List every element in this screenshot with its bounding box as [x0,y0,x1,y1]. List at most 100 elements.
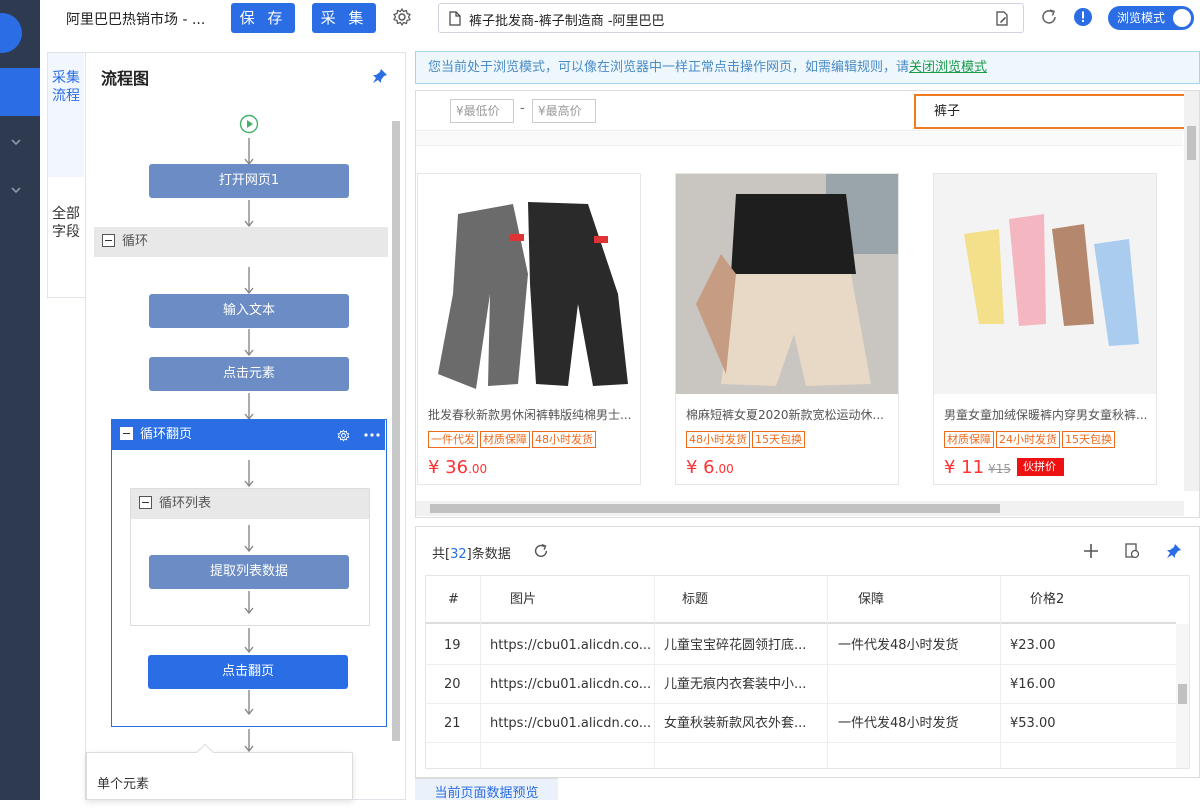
flow-scrollbar[interactable] [392,121,400,741]
price-separator: - [520,101,525,116]
cell-title: 儿童宝宝碎花圆领打底... [664,638,807,653]
table-scrollbar[interactable] [1176,624,1189,768]
price-min-input[interactable]: ¥最低价 [450,99,514,123]
pin-icon[interactable] [372,68,388,84]
cell-price: ¥23.00 [1010,638,1056,653]
toggle-knob [1173,9,1191,27]
cell-image: https://cbu01.alicdn.co... [490,677,650,692]
collapse-icon[interactable] [102,234,115,247]
table-header: # 图片 标题 保障 价格2 [426,576,1176,624]
price-max-input[interactable]: ¥最高价 [532,99,596,123]
app-logo[interactable] [0,13,22,53]
product-card[interactable]: 批发春秋新款男休闲裤韩版纯棉男士... 一件代发 材质保障 48小时发货 ¥ 36.… [417,173,641,485]
collapse-icon[interactable] [120,427,133,440]
product-tags: 材质保障 24小时发货 15天包换 [944,431,1117,448]
element-type-popup: 单个元素 [86,743,353,800]
cell-guarantee: 一件代发48小时发货 [838,716,959,731]
loop-list-label: 循环列表 [159,496,212,511]
loop-paging-group: 循环翻页 循环列表 提取列表数据 点击翻页 [111,419,387,727]
add-icon[interactable] [1083,543,1099,559]
product-tag: 48小时发货 [532,431,596,448]
tab-workflow[interactable]: 采集流程 [48,53,84,177]
clear-data-icon[interactable] [1124,543,1140,559]
cell-image: https://cbu01.alicdn.co... [490,638,650,653]
node-open-page[interactable]: 打开网页1 [149,164,349,198]
side-tabs: 采集流程 全部字段 [47,52,85,298]
more-icon[interactable] [364,433,380,437]
node-click-paging[interactable]: 点击翻页 [148,655,348,689]
table-row[interactable]: 19 https://cbu01.alicdn.co... 儿童宝宝碎花圆领打底… [426,626,1176,665]
page-icon [449,11,461,26]
product-tags: 48小时发货 15天包换 [686,431,807,448]
refresh-icon[interactable] [1039,7,1059,27]
product-tag: 材质保障 [480,431,530,448]
top-toolbar: 阿里巴巴热销市场 - ... 保 存 采 集 裤子批发商-裤子制造商 -阿里巴巴… [40,0,1200,36]
collapse-icon[interactable] [139,496,152,509]
web-view: ¥最低价 - ¥最高价 裤子 批发春秋新款男休闲裤韩版纯棉男士... 一件代发材… [415,90,1200,518]
column-header: 标题 [682,592,709,607]
node-input-text[interactable]: 输入文本 [149,294,349,328]
app-sidebar [0,0,40,800]
scroll-thumb[interactable] [1178,684,1187,704]
flow-arrow [244,200,254,228]
close-browse-mode-link[interactable]: 关闭浏览模式 [909,60,987,75]
node-loop[interactable]: 循环 [94,227,388,257]
flow-arrow [244,690,254,716]
flow-arrow [244,628,254,654]
refresh-icon[interactable] [532,542,550,560]
loop-list-group: 循环列表 提取列表数据 [130,488,370,626]
single-element-option[interactable]: 单个元素 [97,773,149,792]
url-bar[interactable]: 裤子批发商-裤子制造商 -阿里巴巴 [438,3,1024,33]
product-price: ¥ 11 ¥15 伙拼价 [944,457,1064,478]
tab-all-fields[interactable]: 全部字段 [48,177,84,297]
notice-text: 您当前处于浏览模式，可以像在浏览器中一样正常点击操作网页，如需编辑规则，请 [428,60,910,75]
flow-arrow [244,591,254,615]
search-input[interactable]: 裤子 [914,94,1184,129]
price-int: ¥ 11 [944,457,985,478]
collect-button[interactable]: 采 集 [312,3,376,33]
group-buy-badge: 伙拼价 [1016,458,1064,476]
column-header: # [448,592,459,607]
product-title[interactable]: 棉麻短裤女夏2020新款宽松运动休... [686,406,884,423]
edit-page-icon[interactable] [995,11,1010,26]
horizontal-scrollbar[interactable] [416,501,1184,516]
price-int: ¥ 36 [428,457,469,478]
product-tag: 24小时发货 [996,431,1060,448]
table-row[interactable]: 20 https://cbu01.alicdn.co... 儿童无痕内衣套装中小… [426,665,1176,704]
filter-bar: ¥最低价 - ¥最高价 裤子 [416,91,1199,131]
flow-arrow [244,138,254,166]
chevron-down-icon[interactable] [9,135,23,149]
browse-mode-toggle[interactable]: 浏览模式 [1108,6,1194,30]
node-loop-list[interactable]: 循环列表 [131,489,369,519]
product-title[interactable]: 男童女童加绒保暖裤内穿男女童秋裤... [944,406,1147,423]
product-tag: 15天包换 [752,431,805,448]
scroll-thumb[interactable] [1187,126,1196,160]
gear-icon[interactable] [337,429,350,442]
tab-current-page-preview[interactable]: 当前页面数据预览 [415,778,558,801]
cell-price: ¥16.00 [1010,677,1056,692]
info-icon[interactable] [1073,7,1093,27]
product-tag: 15天包换 [1062,431,1115,448]
chevron-down-icon[interactable] [9,183,23,197]
vertical-scrollbar[interactable] [1184,91,1199,491]
sort-bar [416,132,1182,146]
product-image-kids-pants[interactable] [934,174,1156,394]
product-card[interactable]: 棉麻短裤女夏2020新款宽松运动休... 48小时发货 15天包换 ¥ 6.00 [675,173,899,485]
node-click-element[interactable]: 点击元素 [149,357,349,391]
save-button[interactable]: 保 存 [231,3,295,33]
product-title[interactable]: 批发春秋新款男休闲裤韩版纯棉男士... [428,406,631,423]
product-image-shorts[interactable] [676,174,898,394]
cell-title: 儿童无痕内衣套装中小... [664,677,807,692]
product-tag: 材质保障 [944,431,994,448]
product-card[interactable]: 男童女童加绒保暖裤内穿男女童秋裤... 材质保障 24小时发货 15天包换 ¥ 11… [933,173,1157,485]
node-loop-paging[interactable]: 循环翻页 [112,420,385,450]
table-row[interactable]: 21 https://cbu01.alicdn.co... 女童秋装新款风衣外套… [426,704,1176,743]
node-extract-list[interactable]: 提取列表数据 [149,555,349,589]
sidebar-active-item[interactable] [0,68,40,116]
product-image-pants[interactable] [418,174,640,394]
data-table: # 图片 标题 保障 价格2 19 https://cbu01.alicdn.c… [425,575,1190,769]
flow-arrow [244,267,254,295]
pin-icon[interactable] [1166,543,1182,559]
gear-icon[interactable] [392,7,412,27]
scroll-thumb[interactable] [430,504,1000,513]
